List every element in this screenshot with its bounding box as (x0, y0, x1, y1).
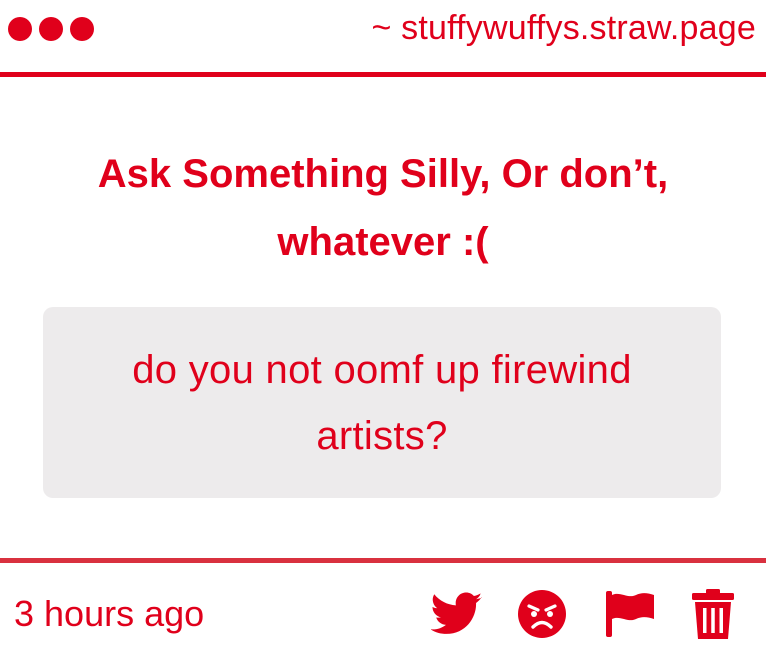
report-flag-button[interactable] (603, 586, 657, 642)
window-titlebar: ~ stuffywuffys.straw.page (0, 0, 766, 74)
footer-divider (0, 558, 766, 563)
share-twitter-button[interactable] (430, 586, 484, 642)
twitter-icon (431, 592, 483, 634)
angry-face-icon (518, 590, 566, 638)
window-controls (8, 17, 94, 41)
header-divider (0, 72, 766, 77)
answer-text: do you not oomf up firewind artists? (132, 348, 632, 458)
delete-button[interactable] (688, 586, 738, 642)
flag-icon (606, 591, 654, 637)
window-dot-3[interactable] (70, 17, 94, 41)
window-dot-1[interactable] (8, 17, 32, 41)
page-url[interactable]: ~ stuffywuffys.straw.page (371, 8, 756, 48)
trash-icon (692, 589, 734, 639)
window-dot-2[interactable] (39, 17, 63, 41)
react-angry-button[interactable] (515, 586, 569, 642)
action-bar (0, 586, 766, 642)
answer-box: do you not oomf up firewind artists? (43, 307, 721, 498)
question-title: Ask Something Silly, Or don’t, whatever … (97, 152, 669, 264)
